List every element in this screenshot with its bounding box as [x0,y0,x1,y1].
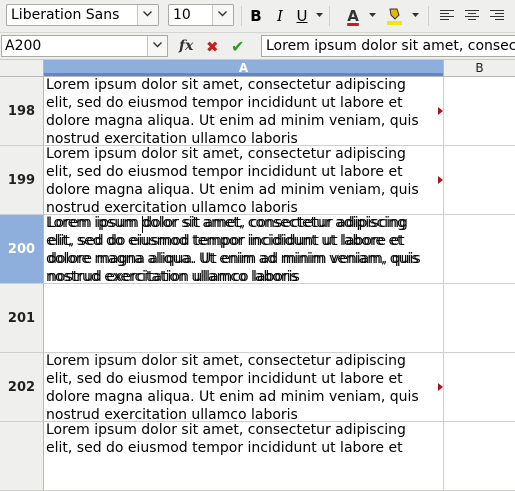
font-size-value: 10 [173,7,191,23]
row-header-198[interactable]: 198 [0,77,44,146]
font-color-dropdown-icon[interactable] [369,12,376,18]
select-all-corner[interactable] [0,60,44,76]
row-header-203[interactable] [0,422,44,491]
font-name-value: Liberation Sans [11,7,120,23]
cell-text: Lorem ipsum dolor sit amet, consectetur … [46,353,419,422]
text-overflow-indicator [438,383,443,391]
column-header-row: A B [0,60,515,77]
formula-input[interactable]: Lorem ipsum dolor sit amet, consectetur … [261,35,515,57]
name-box-value: A200 [5,38,42,54]
cell-b202[interactable] [444,353,515,422]
underline-button[interactable]: U [292,6,312,26]
name-box[interactable]: A200 [1,35,168,57]
text-overflow-indicator [438,107,443,115]
highlight-dropdown-icon[interactable] [412,12,419,18]
align-right-icon[interactable] [490,10,504,21]
row-header-200[interactable]: 200 [0,215,44,284]
row-header-202[interactable]: 202 [0,353,44,422]
cell-a203[interactable]: Lorem ipsum dolor sit amet, consectetur … [44,422,444,491]
cell-a202[interactable]: Lorem ipsum dolor sit amet, consectetur … [44,353,444,422]
cell-b201[interactable] [444,284,515,353]
toolbar-separator [329,6,330,26]
cell-b198[interactable] [444,77,515,146]
cell-a200-active[interactable]: Lorem ipsum dolor sit amet, consectetur … [44,215,444,284]
font-size-combobox[interactable]: 10 [168,4,234,26]
function-wizard-button[interactable]: fx [179,38,193,54]
font-name-combobox[interactable]: Liberation Sans [6,4,159,26]
column-header-a[interactable]: A [44,60,444,76]
chevron-down-icon[interactable] [147,36,167,56]
cell-text: Lorem ipsum dolor sit amet, consectetur … [46,77,419,146]
formula-input-text: Lorem ipsum dolor sit amet, consectetur … [266,38,515,54]
cell-text: Lorem ipsum dolor sit amet, consectetur … [46,422,406,456]
chevron-down-icon[interactable] [137,5,158,25]
cell-text: Lorem ipsum dolor sit amet, consectetur … [46,146,419,215]
underline-dropdown-icon[interactable] [316,12,323,18]
cell-a199[interactable]: Lorem ipsum dolor sit amet, consectetur … [44,146,444,215]
formatting-toolbar: Liberation Sans 10 B I U A [0,0,515,33]
row-header-201[interactable]: 201 [0,284,44,353]
italic-button[interactable]: I [270,6,290,26]
toolbar-separator [428,6,429,26]
cancel-edit-button[interactable]: ✖ [206,38,219,56]
cell-edit-overlay-text: Lorem ipsum dolor sit amet, consectetur … [48,215,421,284]
cell-a201[interactable] [44,284,444,353]
formula-bar: A200 fx ✖ ✔ Lorem ipsum dolor sit amet, … [0,33,515,60]
highlighter-icon[interactable] [386,6,404,26]
row-header-199[interactable]: 199 [0,146,44,215]
align-center-icon[interactable] [465,10,479,21]
column-header-b[interactable]: B [444,60,515,76]
cell-a198[interactable]: Lorem ipsum dolor sit amet, consectetur … [44,77,444,146]
toolbar-separator [241,6,242,26]
text-cursor [142,216,143,233]
cell-b199[interactable] [444,146,515,215]
cell-b203[interactable] [444,422,515,491]
align-left-icon[interactable] [440,10,454,21]
text-overflow-indicator [438,176,443,184]
cell-b200[interactable] [444,215,515,284]
bold-button[interactable]: B [246,6,266,26]
chevron-down-icon[interactable] [212,5,233,25]
font-color-button[interactable]: A [343,6,363,26]
accept-edit-button[interactable]: ✔ [231,37,244,56]
